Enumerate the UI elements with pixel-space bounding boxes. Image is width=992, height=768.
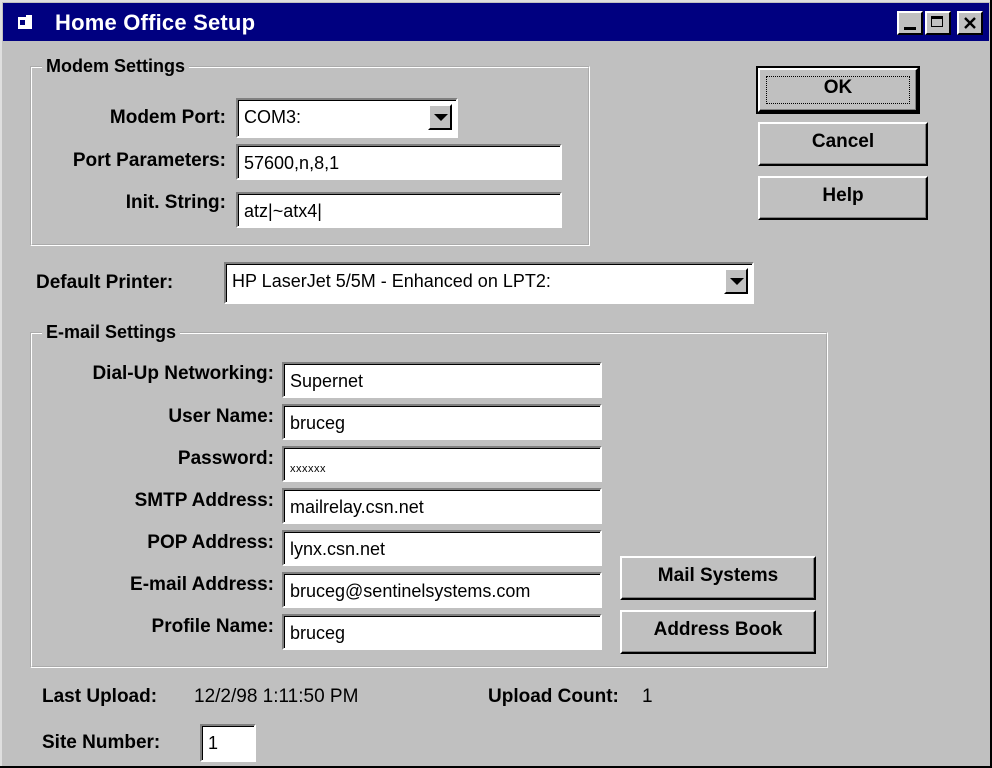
password-value: xxxxxx <box>290 463 326 475</box>
address-book-button-label: Address Book <box>653 619 783 640</box>
minimize-icon <box>904 27 916 30</box>
profile-name-value: bruceg <box>290 623 346 643</box>
site-number-value: 1 <box>208 733 219 753</box>
address-book-button[interactable]: Address Book <box>620 610 816 654</box>
chevron-down-icon <box>730 278 744 285</box>
dialup-networking-value: Supernet <box>290 371 364 391</box>
title-bar[interactable]: Home Office Setup <box>3 3 989 41</box>
pop-address-input[interactable]: lynx.csn.net <box>282 530 602 566</box>
home-office-setup-window: Home Office Setup Modem Settings Modem P… <box>0 0 992 768</box>
last-upload-label: Last Upload: <box>42 686 158 707</box>
dialup-networking-label: Dial-Up Networking: <box>92 363 274 384</box>
email-address-label: E-mail Address: <box>130 574 274 595</box>
email-address-input[interactable]: bruceg@sentinelsystems.com <box>282 572 602 608</box>
profile-name-input[interactable]: bruceg <box>282 614 602 650</box>
window-title: Home Office Setup <box>55 10 256 35</box>
init-string-label: Init. String: <box>125 192 226 213</box>
pop-address-value: lynx.csn.net <box>290 539 386 559</box>
user-name-value: bruceg <box>290 413 346 433</box>
close-button[interactable] <box>957 11 983 35</box>
email-address-value: bruceg@sentinelsystems.com <box>290 581 531 601</box>
modem-port-dropdown-button[interactable] <box>428 104 452 130</box>
help-button[interactable]: Help <box>758 176 928 220</box>
mail-systems-button[interactable]: Mail Systems <box>620 556 816 600</box>
user-name-input[interactable]: bruceg <box>282 404 602 440</box>
user-name-label: User Name: <box>168 406 274 427</box>
default-printer-select[interactable]: HP LaserJet 5/5M - Enhanced on LPT2: <box>224 262 754 304</box>
port-parameters-value: 57600,n,8,1 <box>244 153 340 173</box>
site-number-input[interactable]: 1 <box>200 724 256 762</box>
init-string-value: atz|~atx4| <box>244 201 322 221</box>
smtp-address-input[interactable]: mailrelay.csn.net <box>282 488 602 524</box>
chevron-down-icon <box>434 114 448 121</box>
upload-count-value: 1 <box>642 686 653 707</box>
pop-address-label: POP Address: <box>147 532 274 553</box>
ok-button-label: OK <box>823 77 853 98</box>
modem-port-label: Modem Port: <box>109 107 226 128</box>
app-icon <box>17 15 35 31</box>
ok-button[interactable]: OK <box>756 66 920 114</box>
profile-name-label: Profile Name: <box>151 616 274 637</box>
last-upload-value: 12/2/98 1:11:50 PM <box>194 686 359 707</box>
maximize-button[interactable] <box>925 11 951 35</box>
modem-port-value: COM3: <box>244 107 302 127</box>
modem-settings-title: Modem Settings <box>42 54 190 78</box>
help-button-label: Help <box>822 185 864 206</box>
default-printer-dropdown-button[interactable] <box>724 268 748 294</box>
site-number-label: Site Number: <box>42 732 161 753</box>
mail-systems-button-label: Mail Systems <box>657 565 779 586</box>
password-input[interactable]: xxxxxx <box>282 446 602 482</box>
close-icon <box>964 17 976 29</box>
minimize-button[interactable] <box>897 11 923 35</box>
cancel-button[interactable]: Cancel <box>758 122 928 166</box>
default-printer-label: Default Printer: <box>36 272 174 293</box>
smtp-address-value: mailrelay.csn.net <box>290 497 424 517</box>
upload-count-label: Upload Count: <box>488 686 619 707</box>
password-label: Password: <box>177 448 274 469</box>
maximize-icon <box>931 16 943 27</box>
modem-port-select[interactable]: COM3: <box>236 98 458 138</box>
email-settings-title: E-mail Settings <box>42 320 181 344</box>
cancel-button-label: Cancel <box>811 131 875 152</box>
dialup-networking-input[interactable]: Supernet <box>282 362 602 398</box>
init-string-input[interactable]: atz|~atx4| <box>236 192 562 228</box>
default-printer-value: HP LaserJet 5/5M - Enhanced on LPT2: <box>232 271 551 291</box>
smtp-address-label: SMTP Address: <box>134 490 274 511</box>
port-parameters-label: Port Parameters: <box>72 150 226 171</box>
port-parameters-input[interactable]: 57600,n,8,1 <box>236 144 562 180</box>
